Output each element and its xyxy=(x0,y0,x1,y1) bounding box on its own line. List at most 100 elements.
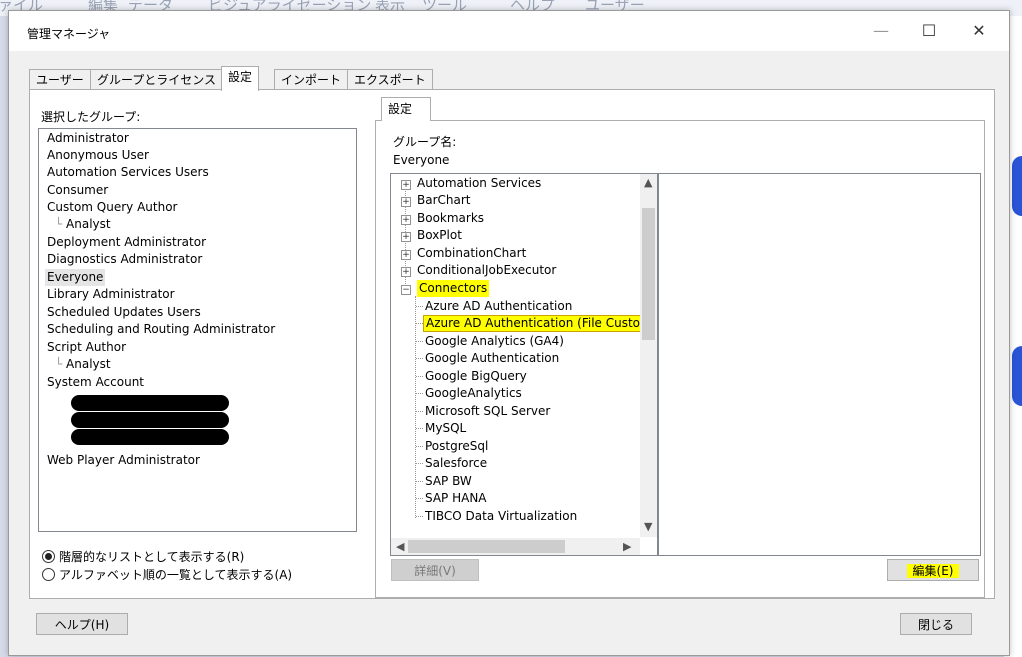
expand-icon[interactable]: + xyxy=(401,250,411,260)
scroll-right-icon[interactable]: ▶ xyxy=(623,540,631,553)
scroll-thumb[interactable] xyxy=(408,540,565,553)
tree-line xyxy=(416,446,423,447)
list-item-selected[interactable]: Everyone xyxy=(45,269,106,286)
details-button[interactable]: 詳細(V) xyxy=(391,559,479,581)
tree-node[interactable]: Automation Services xyxy=(417,175,541,192)
admin-manager-window: 管理マネージャ — ☐ ✕ ユーザー グループとライセンス 設定 インポート エ… xyxy=(8,10,1010,656)
minimize-button[interactable]: — xyxy=(861,17,901,45)
expand-icon[interactable]: + xyxy=(401,215,411,225)
tree-leaf[interactable]: SAP BW xyxy=(425,473,472,490)
list-item-child[interactable]: └ Analyst xyxy=(55,216,111,233)
tree-node[interactable]: ConditionalJobExecutor xyxy=(417,262,556,279)
tree-leaf[interactable]: TIBCO Data Virtualization xyxy=(425,508,577,525)
tree-node[interactable]: Bookmarks xyxy=(417,210,484,227)
list-item[interactable]: Scheduling and Routing Administrator xyxy=(47,321,275,338)
license-tree[interactable]: + Automation Services + BarChart + Bookm… xyxy=(390,173,658,556)
list-item-label: Analyst xyxy=(66,217,111,231)
tree-line xyxy=(416,463,423,464)
expand-icon[interactable]: + xyxy=(401,180,411,190)
background-decoration xyxy=(1012,156,1022,216)
radio-unselected-icon xyxy=(42,568,55,581)
selected-group-label: 選択したグループ: xyxy=(41,110,141,124)
title-bar: 管理マネージャ — ☐ ✕ xyxy=(9,11,1009,51)
expand-icon[interactable]: + xyxy=(401,267,411,277)
tab-export[interactable]: エクスポート xyxy=(347,69,433,90)
tree-line xyxy=(416,411,423,412)
tab-groups-licenses[interactable]: グループとライセンス xyxy=(90,69,224,90)
radio-selected-icon xyxy=(42,550,55,563)
group-name-value: Everyone xyxy=(393,153,450,167)
expand-icon[interactable]: + xyxy=(401,232,411,242)
tab-settings[interactable]: 設定 xyxy=(221,66,260,91)
tree-line xyxy=(416,376,423,377)
list-item[interactable]: Library Administrator xyxy=(47,286,175,303)
scroll-thumb[interactable] xyxy=(642,208,655,340)
radio-alpha-label: アルファベット順の一覧として表示する(A) xyxy=(59,568,293,582)
tree-node-connectors[interactable]: Connectors xyxy=(417,280,490,297)
list-item[interactable]: System Account xyxy=(47,374,144,391)
tree-leaf-highlighted[interactable]: Azure AD Authentication (File Custom) xyxy=(423,315,657,332)
tree-leaf[interactable]: Microsoft SQL Server xyxy=(425,403,550,420)
edit-button-label: 編集(E) xyxy=(906,564,960,578)
close-window-button[interactable]: ✕ xyxy=(959,17,999,45)
tree-leaf[interactable]: Google Authentication xyxy=(425,350,559,367)
list-item[interactable]: Consumer xyxy=(47,182,108,199)
tree-line xyxy=(416,498,423,499)
tree-line xyxy=(416,323,423,324)
tab-settings-sub[interactable]: 設定 xyxy=(381,97,431,121)
tree-line xyxy=(416,341,423,342)
redacted-item xyxy=(71,395,229,411)
tree-leaf[interactable]: MySQL xyxy=(425,420,466,437)
collapse-icon[interactable]: − xyxy=(401,285,411,295)
scroll-down-icon[interactable]: ▼ xyxy=(644,520,652,533)
tree-line xyxy=(416,306,423,307)
tree-leaf[interactable]: Salesforce xyxy=(425,455,487,472)
list-item-child[interactable]: └ Analyst xyxy=(55,356,111,373)
list-item[interactable]: Deployment Administrator xyxy=(47,234,206,251)
tree-line xyxy=(416,358,423,359)
list-item[interactable]: Web Player Administrator xyxy=(47,452,200,469)
scroll-left-icon[interactable]: ◀ xyxy=(396,540,404,553)
help-button[interactable]: ヘルプ(H) xyxy=(36,613,128,635)
tree-leaf[interactable]: Google BigQuery xyxy=(425,368,527,385)
list-item[interactable]: Script Author xyxy=(47,339,126,356)
tree-node[interactable]: BarChart xyxy=(417,192,471,209)
group-name-label: グループ名: xyxy=(393,135,457,149)
group-list[interactable]: Administrator Anonymous User Automation … xyxy=(38,128,357,532)
maximize-button[interactable]: ☐ xyxy=(909,17,949,45)
tab-import[interactable]: インポート xyxy=(274,69,349,90)
license-detail-box xyxy=(658,173,981,556)
tree-leaf[interactable]: PostgreSql xyxy=(425,438,488,455)
redacted-item xyxy=(71,412,229,428)
scroll-up-icon[interactable]: ▲ xyxy=(644,176,652,189)
list-item[interactable]: Administrator xyxy=(47,130,129,147)
tree-node[interactable]: BoxPlot xyxy=(417,227,462,244)
list-item[interactable]: Custom Query Author xyxy=(47,199,177,216)
tree-horizontal-scrollbar[interactable]: ◀ ▶ xyxy=(391,538,640,555)
tree-line xyxy=(416,481,423,482)
close-button[interactable]: 閉じる xyxy=(900,613,972,635)
tree-vertical-scrollbar[interactable]: ▲ ▼ xyxy=(640,174,657,537)
list-item[interactable]: Anonymous User xyxy=(47,147,149,164)
list-item-label: Analyst xyxy=(66,357,111,371)
tree-line xyxy=(416,428,423,429)
tree-leaf[interactable]: SAP HANA xyxy=(425,490,487,507)
list-item[interactable]: Scheduled Updates Users xyxy=(47,304,201,321)
radio-alphabetical[interactable]: アルファベット順の一覧として表示する(A) xyxy=(42,566,292,583)
tree-node[interactable]: CombinationChart xyxy=(417,245,526,262)
radio-hierarchy-label: 階層的なリストとして表示する(R) xyxy=(59,550,245,564)
tree-line xyxy=(416,393,423,394)
tab-users[interactable]: ユーザー xyxy=(29,69,91,90)
edit-button[interactable]: 編集(E) xyxy=(887,559,979,581)
window-title: 管理マネージャ xyxy=(27,27,111,41)
tree-line xyxy=(415,296,416,518)
tree-leaf[interactable]: Google Analytics (GA4) xyxy=(425,333,564,350)
list-item[interactable]: Automation Services Users xyxy=(47,164,209,181)
background-decoration xyxy=(1012,346,1022,406)
tree-line xyxy=(416,516,423,517)
tree-leaf[interactable]: GoogleAnalytics xyxy=(425,385,522,402)
list-item[interactable]: Diagnostics Administrator xyxy=(47,251,202,268)
expand-icon[interactable]: + xyxy=(401,197,411,207)
radio-hierarchy[interactable]: 階層的なリストとして表示する(R) xyxy=(42,548,244,565)
tree-leaf[interactable]: Azure AD Authentication xyxy=(425,298,572,315)
